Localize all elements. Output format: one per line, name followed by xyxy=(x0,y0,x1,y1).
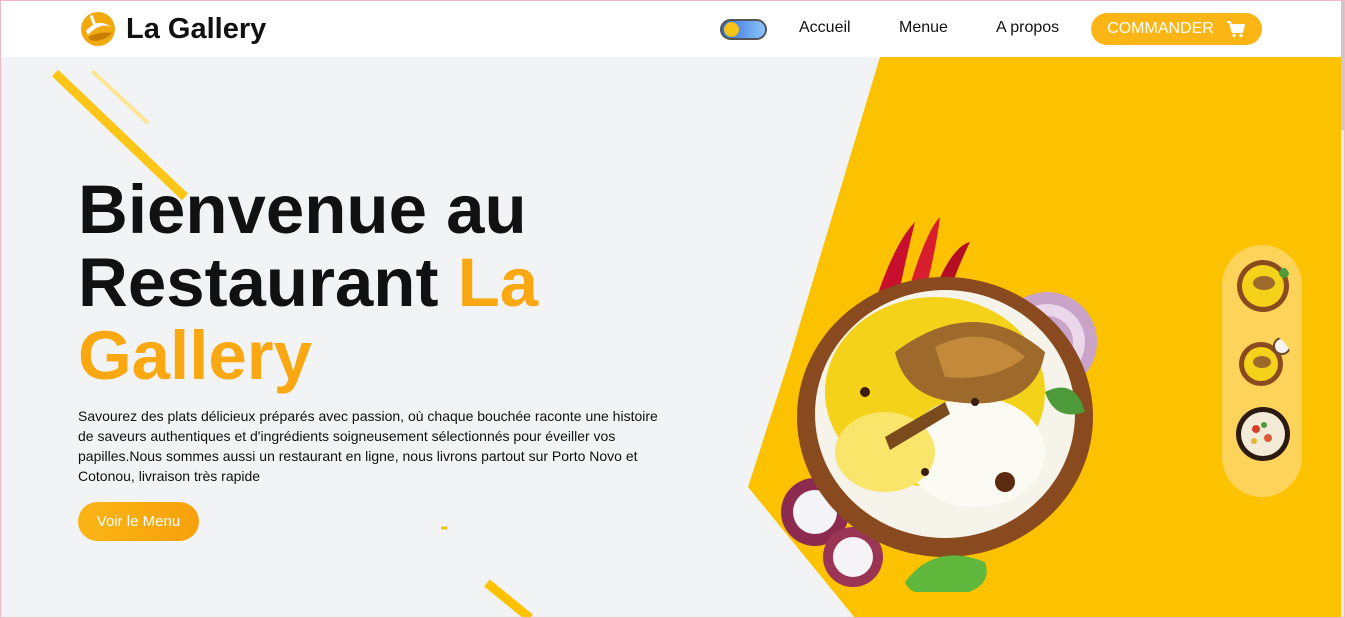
theme-toggle[interactable] xyxy=(720,19,767,40)
thumbnail-strip xyxy=(1222,245,1302,497)
thumbnail-dish-3[interactable] xyxy=(1234,405,1292,463)
brand-name: La Gallery xyxy=(126,12,267,45)
order-button-label: COMMANDER xyxy=(1107,20,1214,37)
brand-logo[interactable]: La Gallery xyxy=(78,9,266,49)
view-menu-button[interactable]: Voir le Menu xyxy=(78,502,199,541)
nav-link-apropos[interactable]: A propos xyxy=(996,19,1059,37)
hero-title: Bienvenue au Restaurant La Gallery xyxy=(78,173,698,392)
dish-image xyxy=(781,217,1097,592)
cart-icon xyxy=(1226,21,1245,38)
navbar: La Gallery Accueil Menue A propos COMMAN… xyxy=(0,0,1341,57)
hero-description: Savourez des plats délicieux préparés av… xyxy=(78,408,658,484)
nav-link-menue[interactable]: Menue xyxy=(899,19,948,37)
hero-section: Bienvenue au Restaurant La Gallery Savou… xyxy=(0,57,1341,618)
thumbnail-dish-2[interactable] xyxy=(1234,333,1292,391)
thumbnail-dish-1[interactable] xyxy=(1234,257,1292,315)
toggle-knob xyxy=(724,22,739,37)
nav-link-accueil[interactable]: Accueil xyxy=(799,19,851,37)
scrollbar-thumb[interactable] xyxy=(1341,0,1345,130)
logo-icon xyxy=(81,12,115,46)
order-button[interactable]: COMMANDER xyxy=(1091,13,1262,45)
page-scrollbar[interactable] xyxy=(1341,0,1345,618)
